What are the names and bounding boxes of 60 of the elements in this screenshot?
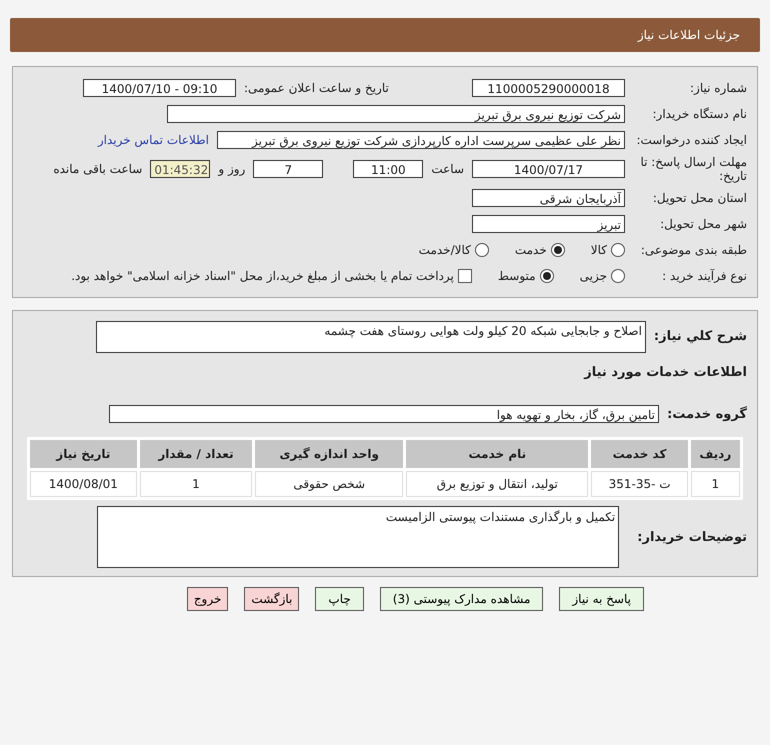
field-label: ساعت bbox=[431, 162, 464, 176]
checkbox-label: پرداخت تمام یا بخشی از مبلغ خرید،از محل "اسناد خزانه اسلامی" خواهد بود. bbox=[71, 269, 454, 283]
field-label: شرح کلي نياز: bbox=[654, 328, 747, 344]
column-header: نام خدمت bbox=[406, 440, 588, 468]
table-cell: 1 bbox=[690, 471, 740, 497]
action-button[interactable]: مشاهده مدارک پیوستی (3) bbox=[380, 587, 544, 611]
need-number-field: 1100005290000018 bbox=[472, 79, 625, 97]
radio-button[interactable] bbox=[540, 269, 554, 283]
radio-button[interactable] bbox=[474, 243, 489, 257]
service-group-field: تامین برق، گاز، بخار و تهویه هوا bbox=[109, 405, 659, 423]
column-header: ردیف bbox=[690, 440, 740, 468]
field-label: شهر محل تحویل: bbox=[659, 217, 747, 231]
column-header: کد خدمت bbox=[591, 440, 688, 468]
creator-field: نظر علی عظیمی سرپرست اداره کارپردازی شرکت توزیع نیروی برق تبریز bbox=[217, 131, 625, 149]
buyer-notes-field: تکمیل و بارگذاری مستندات پیوستی الزامیست bbox=[97, 506, 620, 568]
field-label: نام دستگاه خریدار: bbox=[652, 107, 747, 121]
province-field: آذربایجان شرقی bbox=[472, 189, 625, 207]
radio-button[interactable] bbox=[550, 243, 565, 257]
option-label: کالا bbox=[590, 243, 607, 257]
field-label: ایجاد کننده درخواست: bbox=[635, 133, 747, 147]
column-header: واحد اندازه گیری bbox=[255, 440, 404, 468]
buyer-field: شرکت توزیع نیروی برق تبریز bbox=[167, 105, 625, 123]
description-field: اصلاح و جابجایی شبکه 20 کیلو ولت هوایی روستای هفت چشمه bbox=[96, 321, 646, 353]
action-button[interactable]: چاپ bbox=[315, 587, 364, 611]
deadline-date-field: 1400/07/17 bbox=[472, 160, 625, 178]
field-label: شماره نیاز: bbox=[689, 81, 747, 95]
column-header: تاریخ نیاز bbox=[30, 440, 137, 468]
option-label: خدمت bbox=[514, 243, 547, 257]
field-label: مهلت ارسال پاسخ: تا تاریخ: bbox=[639, 155, 747, 183]
field-label: روز و bbox=[218, 162, 246, 176]
table-cell: 1400/08/01 bbox=[30, 471, 137, 497]
option-label: کالا/خدمت bbox=[418, 243, 471, 257]
table-cell: شخص حقوقی bbox=[255, 471, 404, 497]
section-title: اطلاعات خدمات مورد نیاز bbox=[584, 364, 747, 380]
field-label: استان محل تحویل: bbox=[652, 191, 747, 205]
radio-button[interactable] bbox=[611, 243, 625, 257]
announce-date-field: 1400/07/10 - 09:10 bbox=[83, 79, 236, 97]
field-label: نوع فرآیند خرید : bbox=[661, 269, 747, 283]
radio-button[interactable] bbox=[611, 269, 625, 283]
field-label: طبقه بندی موضوعی: bbox=[640, 243, 747, 257]
action-button[interactable]: پاسخ به نیاز bbox=[559, 587, 644, 611]
city-field: تبریز bbox=[472, 215, 625, 233]
field-label: گروه خدمت: bbox=[667, 406, 747, 422]
remaining-time-field: 01:45:32 bbox=[150, 160, 210, 178]
days-field: 7 bbox=[253, 160, 324, 178]
contact-link[interactable]: اطلاعات تماس خریدار bbox=[98, 133, 209, 147]
option-label: متوسط bbox=[498, 269, 536, 283]
checkbox[interactable] bbox=[458, 269, 472, 283]
field-label: تاریخ و ساعت اعلان عمومی: bbox=[244, 81, 389, 95]
table-cell: ت -35-351 bbox=[591, 471, 688, 497]
field-label: توضیحات خریدار: bbox=[637, 530, 747, 544]
action-button[interactable]: بازگشت bbox=[244, 587, 300, 611]
field-label: ساعت باقی مانده bbox=[53, 162, 142, 176]
option-label: جزیی bbox=[580, 269, 607, 283]
page-header: جزئیات اطلاعات نیاز bbox=[10, 18, 760, 52]
column-header: تعداد / مقدار bbox=[140, 440, 252, 468]
table-cell: 1 bbox=[140, 471, 252, 497]
deadline-time-field: 11:00 bbox=[353, 160, 424, 178]
action-button[interactable]: خروج bbox=[186, 587, 228, 611]
table-cell: تولید، انتقال و توزیع برق bbox=[406, 471, 588, 497]
